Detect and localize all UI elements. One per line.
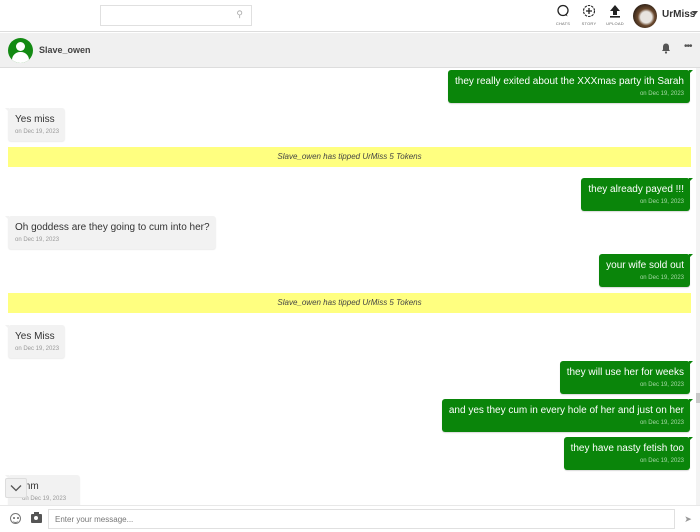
message-incoming: Oh goddess are they going to cum into he… [5,216,216,249]
tip-banner: Slave_owen has tipped UrMiss 5 Tokens [8,293,691,313]
user-name[interactable]: UrMiss [662,9,695,20]
message-text: they already payed !!! [588,184,684,195]
chat-header: Slave_owen ••• [0,33,700,68]
message-composer: ➤ [0,505,700,532]
message-text: and yes they cum in every hole of her an… [448,405,684,416]
chevron-down-icon [10,485,22,492]
message-incoming: Yes Miss on Dec 19, 2023 [4,325,66,358]
nav-upload-button[interactable]: UPLOAD [603,4,627,26]
message-outgoing: they already payed !!! on Dec 19, 2023 [581,178,693,211]
message-outgoing: your wife sold out on Dec 19, 2023 [599,254,693,287]
message-text: your wife sold out [606,260,684,271]
message-outgoing: and yes they cum in every hole of her an… [441,399,694,432]
message-timestamp: on Dec 19, 2023 [639,382,684,388]
message-text: Yes miss [15,114,55,125]
message-timestamp: on Dec 19, 2023 [15,237,60,243]
bell-icon[interactable] [661,43,671,57]
message-outgoing: they have nasty fetish too on Dec 19, 20… [563,437,694,470]
person-icon-body [12,52,29,63]
caret-down-icon[interactable] [692,11,698,15]
message-text: they have nasty fetish too [570,443,684,454]
message-timestamp: on Dec 19, 2023 [639,420,684,426]
message-outgoing: they will use her for weeks on Dec 19, 2… [559,361,694,394]
message-list[interactable]: they really exited about the XXXmas part… [0,68,696,505]
message-text: they really exited about the XXXmas part… [454,76,684,87]
message-timestamp: on Dec 19, 2023 [22,496,67,502]
message-text: Yes Miss [15,331,55,342]
message-outgoing: they really exited about the XXXmas part… [447,70,694,103]
message-timestamp: on Dec 19, 2023 [639,199,684,205]
nav-story-button[interactable]: STORY [577,4,601,26]
scrollbar-thumb[interactable] [696,393,700,403]
message-timestamp: on Dec 19, 2023 [639,91,684,97]
contact-avatar[interactable] [8,38,33,63]
send-icon[interactable]: ➤ [680,511,696,527]
message-scrollbar[interactable] [696,68,700,505]
add-story-icon [577,4,601,20]
more-icon[interactable]: ••• [684,41,692,52]
chat-bubble-icon [551,4,575,20]
person-icon [16,42,25,51]
message-timestamp: on Dec 19, 2023 [15,129,60,135]
message-input[interactable] [48,509,675,529]
message-text: they will use her for weeks [566,367,684,378]
message-text: mm [22,481,39,492]
camera-icon[interactable] [31,512,42,523]
nav-upload-label: UPLOAD [606,21,624,26]
scroll-to-bottom-button[interactable] [5,478,27,498]
message-timestamp: on Dec 19, 2023 [639,275,684,281]
upload-icon [603,4,627,20]
emoji-icon[interactable] [10,513,21,524]
tip-banner: Slave_owen has tipped UrMiss 5 Tokens [8,147,691,167]
message-text: Oh goddess are they going to cum into he… [15,222,210,233]
message-incoming: Yes miss on Dec 19, 2023 [4,108,66,141]
message-timestamp: on Dec 19, 2023 [639,458,684,464]
nav-chats-label: CHATS [555,21,571,26]
message-timestamp: on Dec 19, 2023 [15,346,60,352]
search-icon[interactable]: ⚲ [236,9,243,20]
user-avatar[interactable] [633,4,657,28]
top-bar: ⚲ CHATS STORY UPLOAD UrMiss [0,0,700,32]
nav-chats-button[interactable]: CHATS [551,4,575,26]
search-input[interactable]: ⚲ [100,5,252,26]
contact-name[interactable]: Slave_owen [39,45,91,55]
nav-story-label: STORY [581,21,597,26]
